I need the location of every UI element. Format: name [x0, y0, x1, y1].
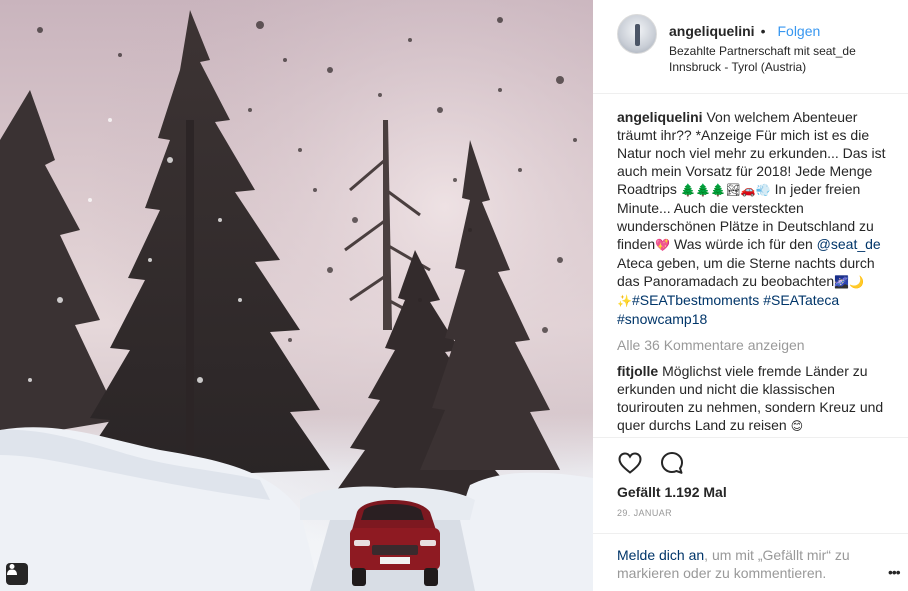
paid-partnership-label[interactable]: Bezahlte Partnerschaft mit seat_de [669, 44, 856, 58]
login-prompt: Melde dich an, um mit „Gefällt mir“ zu m… [593, 533, 908, 591]
avatar[interactable] [617, 14, 657, 54]
likes-count[interactable]: Gefällt 1.192 Mal [617, 484, 727, 500]
post-side-panel: angeliquelini • Folgen Bezahlte Partners… [593, 0, 908, 591]
caption-emoji-3: 🌌🌙 [834, 275, 865, 289]
more-options-icon[interactable]: ••• [888, 564, 901, 580]
location-link[interactable]: Innsbruck - Tyrol (Austria) [669, 60, 806, 74]
login-link[interactable]: Melde dich an [617, 547, 704, 563]
caption-emoji-4: ✨ [617, 294, 632, 308]
post-date: 29. JANUAR [617, 508, 673, 518]
hashtag-link[interactable]: #SEATateca [763, 292, 839, 308]
comments-section: angeliquelini Von welchem Abenteuer träu… [617, 108, 887, 435]
header-username[interactable]: angeliquelini [669, 23, 755, 39]
hashtag-link[interactable]: #SEATbestmoments [632, 292, 759, 308]
comment-username[interactable]: fitjolle [617, 363, 658, 379]
comment-emoji: 😊 [790, 419, 804, 433]
speech-bubble-icon[interactable] [659, 450, 685, 476]
follow-button[interactable]: Folgen [777, 23, 820, 39]
heart-icon[interactable] [617, 450, 643, 476]
view-all-comments-link[interactable]: Alle 36 Kommentare anzeigen [617, 336, 887, 354]
mention-link[interactable]: @seat_de [817, 236, 881, 252]
post-photo[interactable] [0, 0, 593, 591]
photo-scene [0, 0, 593, 591]
post-header: angeliquelini • Folgen Bezahlte Partners… [593, 0, 908, 94]
caption-username[interactable]: angeliquelini [617, 109, 703, 125]
caption-emoji-1: 🌲🌲🌲🏞🚗💨 [680, 183, 771, 197]
action-bar [617, 450, 685, 476]
caption-emoji-2: 💖 [655, 238, 671, 252]
header-separator: • [760, 23, 766, 39]
caption-text-3: Was würde ich für den [670, 236, 817, 252]
actions-section: Gefällt 1.192 Mal 29. JANUAR Melde dich … [593, 437, 908, 591]
user-tag-icon[interactable] [6, 563, 28, 585]
comment: fitjolle Möglichst viele fremde Länder z… [617, 362, 887, 435]
caption: angeliquelini Von welchem Abenteuer träu… [617, 108, 887, 328]
hashtag-link[interactable]: #snowcamp18 [617, 311, 707, 327]
